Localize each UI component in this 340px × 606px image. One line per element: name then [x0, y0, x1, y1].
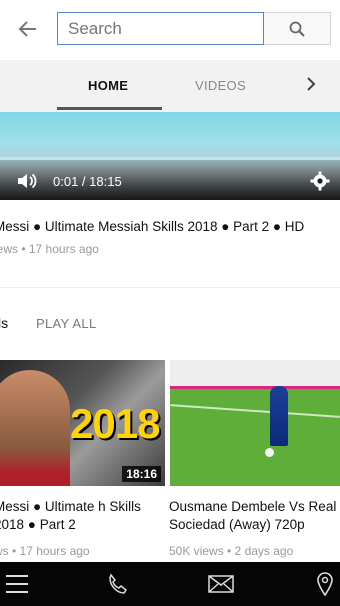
volume-icon[interactable]	[16, 171, 38, 191]
phone-icon	[109, 573, 128, 594]
search-field[interactable]	[57, 12, 264, 45]
search-icon	[289, 21, 305, 37]
search-input[interactable]	[66, 13, 260, 44]
pitch-line	[170, 404, 340, 418]
location-button[interactable]	[312, 572, 338, 596]
mail-button[interactable]	[208, 572, 234, 596]
tab-home[interactable]: HOME	[88, 78, 128, 93]
menu-icon	[6, 575, 28, 593]
tab-active-indicator	[57, 107, 162, 110]
chevron-right-icon	[307, 77, 316, 91]
back-arrow-icon	[18, 21, 36, 37]
featured-video-title[interactable]: Messi ● Ultimate Messiah Skills 2018 ● P…	[0, 219, 304, 234]
video-thumbnail[interactable]: 2018 18:16	[0, 360, 165, 486]
video-duration: 18:16	[122, 466, 161, 482]
football-player-image	[270, 386, 288, 446]
video-title[interactable]: Messi ● Ultimate h Skills 2018 ● Part 2	[0, 498, 164, 534]
location-pin-icon	[317, 572, 333, 596]
video-meta: ws • 17 hours ago	[0, 544, 90, 558]
player-time: 0:01 / 18:15	[53, 174, 122, 189]
mail-icon	[208, 575, 234, 593]
bottom-navigation	[0, 562, 340, 606]
ball-image	[265, 448, 274, 457]
video-title[interactable]: Ousmane Dembele Vs Real Sociedad (Away) …	[169, 498, 340, 534]
play-all-button[interactable]: PLAY ALL	[36, 316, 96, 331]
top-bar	[0, 0, 340, 60]
video-thumbnail[interactable]	[170, 360, 340, 486]
player-progress-bar[interactable]	[0, 157, 340, 160]
player-portrait-image	[0, 370, 70, 486]
channel-tabs: HOME VIDEOS	[0, 60, 340, 112]
search-button[interactable]	[264, 12, 331, 45]
featured-video-meta: iews • 17 hours ago	[0, 242, 99, 256]
section-divider	[0, 287, 340, 288]
player-controls	[0, 160, 340, 200]
stadium-banner-image	[170, 360, 340, 389]
menu-button[interactable]	[4, 572, 30, 596]
tab-videos[interactable]: VIDEOS	[195, 78, 246, 93]
video-meta: 50K views • 2 days ago	[169, 544, 294, 558]
tabs-scroll-right-button[interactable]	[300, 73, 322, 95]
phone-button[interactable]	[104, 572, 130, 596]
back-button[interactable]	[14, 15, 42, 43]
gear-icon[interactable]	[310, 171, 330, 191]
thumbnail-year-text: 2018	[70, 400, 160, 447]
section-title: ls	[0, 315, 9, 331]
